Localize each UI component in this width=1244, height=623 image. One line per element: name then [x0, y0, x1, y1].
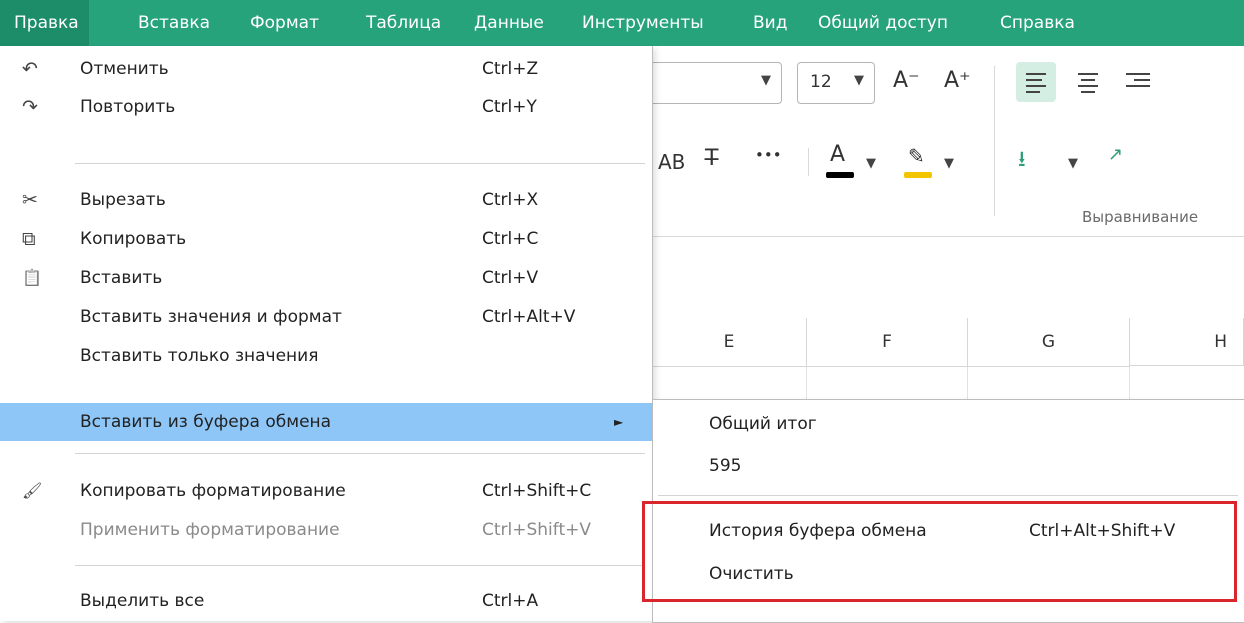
- menu-divider: [75, 565, 645, 566]
- menu-item-paste-values-format[interactable]: Вставить значения и формат Ctrl+Alt+V: [0, 298, 652, 336]
- menu-pravka[interactable]: Правка: [0, 0, 89, 46]
- format-painter-icon: 🖌: [22, 481, 43, 500]
- strikethrough-icon[interactable]: T̶: [705, 146, 718, 171]
- menu-item-label: Вставить из буфера обмена: [80, 412, 332, 432]
- chevron-down-icon[interactable]: ▼: [1068, 156, 1078, 171]
- clipboard-entry-total[interactable]: Общий итог: [709, 414, 817, 434]
- align-right-icon: [1126, 73, 1150, 87]
- alignment-group-label: Выравнивание: [1082, 208, 1199, 226]
- align-center-button[interactable]: [1068, 62, 1108, 102]
- menu-divider: [75, 453, 645, 454]
- chevron-down-icon[interactable]: ▼: [944, 156, 954, 171]
- undo-icon: ↶: [22, 58, 38, 80]
- menu-item-cut[interactable]: ✂ Вырезать Ctrl+X: [0, 181, 652, 219]
- menu-item-label: Применить форматирование: [80, 520, 340, 540]
- align-left-icon: [1026, 73, 1046, 93]
- case-button[interactable]: АВ: [658, 150, 685, 174]
- submenu-divider: [658, 495, 1238, 496]
- font-color-bar: [826, 172, 854, 178]
- menu-item-undo[interactable]: ↶ Отменить Ctrl+Z: [0, 50, 652, 88]
- menu-item-shortcut: Ctrl+Alt+V: [482, 307, 576, 327]
- menu-item-shortcut: Ctrl+V: [482, 268, 539, 288]
- column-header-g[interactable]: G: [968, 318, 1130, 367]
- more-button[interactable]: •••: [755, 146, 782, 164]
- menu-item-label: Отменить: [80, 59, 169, 79]
- menu-item-apply-formatting: Применить форматирование Ctrl+Shift+V: [0, 511, 652, 549]
- highlight-color-bar: [904, 172, 932, 178]
- highlight-frame: [642, 501, 1237, 602]
- menu-item-label: Вырезать: [80, 190, 166, 210]
- chevron-down-icon[interactable]: ▼: [866, 156, 876, 171]
- menu-item-label: Вставить значения и формат: [80, 307, 342, 327]
- menu-vstavka[interactable]: Вставка: [138, 0, 210, 46]
- align-right-button[interactable]: [1120, 62, 1160, 102]
- menu-obshchiy-dostup[interactable]: Общий доступ: [818, 0, 948, 46]
- chevron-down-icon: ▼: [854, 73, 864, 88]
- copy-icon: ⧉: [22, 228, 36, 250]
- menu-item-label: Копировать форматирование: [80, 481, 346, 501]
- menu-item-label: Вставить только значения: [80, 346, 319, 366]
- menu-item-redo[interactable]: ↷ Повторить Ctrl+Y: [0, 88, 652, 126]
- decrease-font-button[interactable]: A⁻: [893, 68, 920, 93]
- font-size-select[interactable]: 12 ▼: [797, 62, 875, 104]
- column-header-f[interactable]: F: [807, 318, 968, 367]
- menu-item-copy-formatting[interactable]: 🖌 Копировать форматирование Ctrl+Shift+C: [0, 472, 652, 510]
- font-color-button[interactable]: A: [830, 142, 845, 167]
- menu-item-shortcut: Ctrl+Shift+V: [482, 520, 592, 540]
- menu-item-paste[interactable]: 📋 Вставить Ctrl+V: [0, 259, 652, 297]
- menu-item-paste-from-clipboard[interactable]: Вставить из буфера обмена ►: [0, 403, 652, 441]
- text-rotate-icon[interactable]: ↗: [1108, 144, 1123, 165]
- scissors-icon: ✂: [22, 189, 38, 211]
- align-left-button[interactable]: [1016, 62, 1056, 102]
- column-header-e[interactable]: E: [652, 318, 807, 367]
- menu-item-label: Выделить все: [80, 591, 205, 611]
- clipboard-entry-value[interactable]: 595: [709, 456, 741, 476]
- menu-item-select-all[interactable]: Выделить все Ctrl+A: [0, 582, 652, 620]
- redo-icon: ↷: [22, 96, 38, 118]
- font-family-select[interactable]: ▼: [640, 62, 782, 104]
- menu-item-paste-values-only[interactable]: Вставить только значения: [0, 337, 652, 375]
- valign-bottom-icon[interactable]: ⭳: [1018, 142, 1026, 180]
- menu-tablitsa[interactable]: Таблица: [366, 0, 441, 46]
- menu-item-shortcut: Ctrl+X: [482, 190, 539, 210]
- menu-item-shortcut: Ctrl+Y: [482, 97, 537, 117]
- menu-item-copy[interactable]: ⧉ Копировать Ctrl+C: [0, 220, 652, 258]
- menubar: Правка Вставка Формат Таблица Данные Инс…: [0, 0, 1244, 46]
- column-header-h[interactable]: H: [1130, 318, 1244, 366]
- toolbar-divider: [808, 148, 809, 176]
- menu-format[interactable]: Формат: [250, 0, 319, 46]
- menu-item-label: Повторить: [80, 97, 176, 117]
- menu-item-label: Вставить: [80, 268, 163, 288]
- menu-divider: [75, 163, 645, 164]
- menu-spravka[interactable]: Справка: [1000, 0, 1075, 46]
- paste-icon: 📋: [22, 268, 42, 287]
- menu-vid[interactable]: Вид: [753, 0, 787, 46]
- menu-dannye[interactable]: Данные: [474, 0, 544, 46]
- menu-item-shortcut: Ctrl+Shift+C: [482, 481, 592, 501]
- menu-instrumenty[interactable]: Инструменты: [582, 0, 704, 46]
- submenu-arrow-icon: ►: [614, 415, 624, 429]
- toolbar-divider: [994, 66, 995, 216]
- menu-item-shortcut: Ctrl+A: [482, 591, 539, 611]
- menu-item-shortcut: Ctrl+Z: [482, 59, 539, 79]
- toolbar-bottom-border: [652, 236, 1244, 237]
- font-size-value: 12: [810, 72, 832, 92]
- align-center-icon: [1078, 73, 1098, 93]
- menu-item-shortcut: Ctrl+C: [482, 229, 539, 249]
- menu-item-label: Копировать: [80, 229, 187, 249]
- edit-dropdown-menu: ↶ Отменить Ctrl+Z ↷ Повторить Ctrl+Y ✂ В…: [0, 46, 653, 621]
- increase-font-button[interactable]: A⁺: [944, 68, 971, 93]
- chevron-down-icon: ▼: [761, 73, 771, 88]
- highlight-icon[interactable]: ✎: [908, 144, 925, 168]
